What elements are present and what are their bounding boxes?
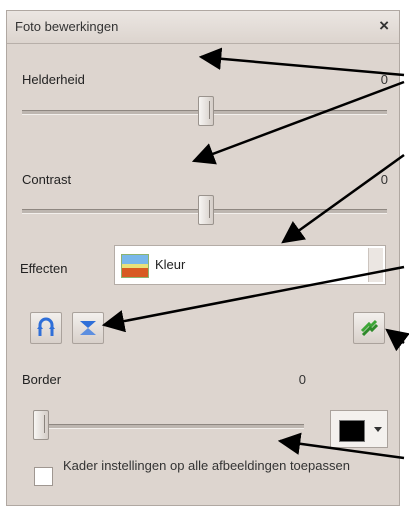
arrow-contrast — [191, 80, 405, 165]
arrow-titlebar — [198, 47, 405, 77]
arrow-reset — [385, 328, 409, 352]
arrow-effects — [281, 153, 405, 244]
arrow-mirror — [101, 265, 405, 333]
annotation-arrows — [101, 47, 409, 460]
arrow-border — [277, 432, 405, 460]
